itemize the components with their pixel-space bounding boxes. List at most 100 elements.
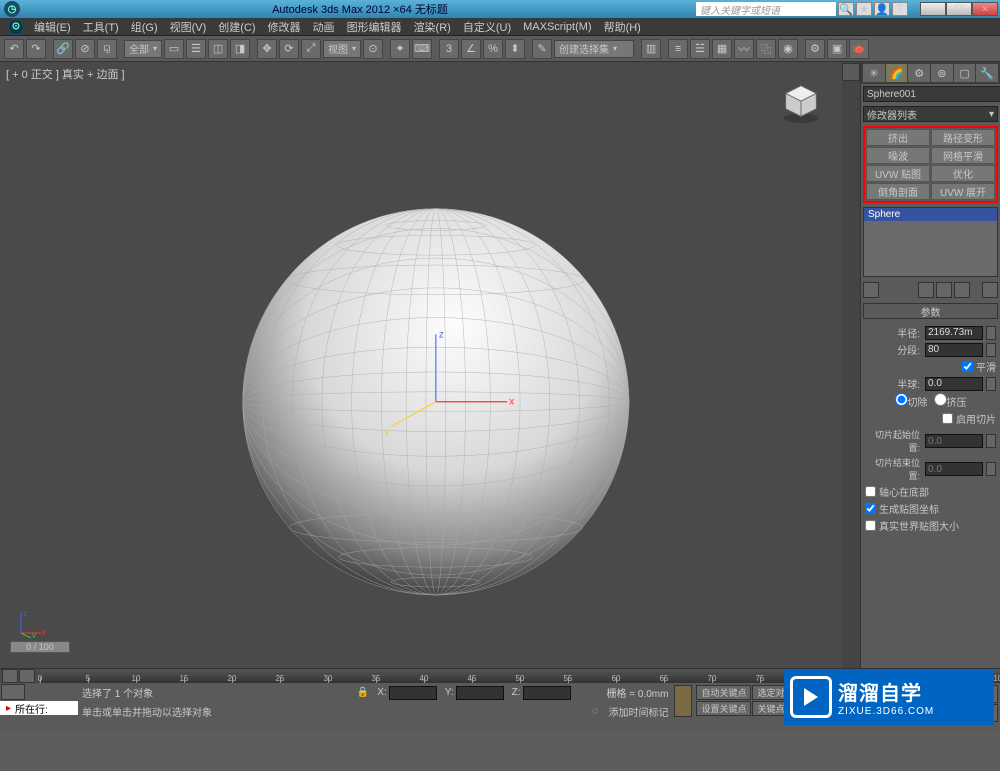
remove-mod-button[interactable] bbox=[954, 282, 970, 298]
x-coord-input[interactable] bbox=[389, 686, 437, 700]
undo-button[interactable]: ↶ bbox=[4, 39, 24, 59]
lock-icon[interactable]: 🔒 bbox=[357, 687, 369, 698]
rendered-frame-button[interactable]: ▣ bbox=[827, 39, 847, 59]
radius-spinner[interactable]: 2169.73m bbox=[925, 326, 983, 340]
render-button[interactable]: 🫖 bbox=[849, 39, 869, 59]
prompt-loc-button[interactable]: 所在行: bbox=[0, 701, 78, 715]
app-menu-icon[interactable]: ⊙ bbox=[8, 19, 24, 35]
layers-button[interactable]: ☱ bbox=[690, 39, 710, 59]
trackbar-btn2[interactable] bbox=[19, 669, 35, 683]
gen-uv-checkbox[interactable] bbox=[865, 503, 876, 514]
menu-view[interactable]: 视图(V) bbox=[164, 19, 213, 35]
named-sel-dropdown[interactable]: 创建选择集 bbox=[554, 40, 634, 58]
mod-btn-noise[interactable]: 噪波 bbox=[866, 147, 930, 164]
pivot-button[interactable]: ⊙ bbox=[363, 39, 383, 59]
angle-snap-button[interactable]: ∠ bbox=[461, 39, 481, 59]
schematic-button[interactable]: ⿻ bbox=[756, 39, 776, 59]
chop-radio[interactable] bbox=[895, 393, 908, 406]
squash-radio[interactable] bbox=[934, 393, 947, 406]
smooth-checkbox[interactable] bbox=[962, 361, 973, 372]
menu-render[interactable]: 渲染(R) bbox=[408, 19, 457, 35]
maxscript-mini-button[interactable] bbox=[1, 684, 25, 700]
move-button[interactable]: ✥ bbox=[257, 39, 277, 59]
scale-button[interactable]: ⤢ bbox=[301, 39, 321, 59]
radius-spin-buttons[interactable] bbox=[986, 326, 996, 340]
mod-btn-meshsmooth[interactable]: 网格平滑 bbox=[931, 147, 995, 164]
modifier-list-dropdown[interactable]: 修改器列表 bbox=[863, 106, 998, 122]
rotate-button[interactable]: ⟳ bbox=[279, 39, 299, 59]
viewcube[interactable] bbox=[778, 80, 824, 126]
exchange-icon[interactable]: ? bbox=[892, 2, 908, 16]
menu-help[interactable]: 帮助(H) bbox=[598, 19, 647, 35]
pin-stack-button[interactable] bbox=[863, 282, 879, 298]
percent-snap-button[interactable]: % bbox=[483, 39, 503, 59]
base-pivot-checkbox[interactable] bbox=[865, 486, 876, 497]
time-slider[interactable]: 0 / 100 bbox=[10, 641, 70, 653]
maximize-button[interactable]: ☐ bbox=[946, 2, 972, 16]
show-end-result-button[interactable] bbox=[918, 282, 934, 298]
unlink-button[interactable]: ⊘ bbox=[75, 39, 95, 59]
mod-btn-uvwmap[interactable]: UVW 贴图 bbox=[866, 165, 930, 182]
signin-icon[interactable]: 👤 bbox=[874, 2, 890, 16]
mod-btn-pathdeform[interactable]: 路径变形 bbox=[931, 129, 995, 146]
hemisphere-spin-buttons[interactable] bbox=[986, 377, 996, 391]
hemisphere-spinner[interactable]: 0.0 bbox=[925, 377, 983, 391]
manipulate-button[interactable]: ✦ bbox=[390, 39, 410, 59]
align-button[interactable]: ≡ bbox=[668, 39, 688, 59]
ref-coord-dropdown[interactable]: 视图 bbox=[323, 40, 361, 58]
select-button[interactable]: ▭ bbox=[164, 39, 184, 59]
dock-btn-1[interactable] bbox=[842, 63, 860, 81]
help-search-input[interactable]: 键入关键字或短语 bbox=[696, 2, 836, 16]
make-unique-button[interactable] bbox=[936, 282, 952, 298]
segments-spin-buttons[interactable] bbox=[986, 343, 996, 357]
viewport[interactable]: [ + 0 正交 ] 真实 + 边面 ] bbox=[0, 62, 842, 668]
viewport-label[interactable]: [ + 0 正交 ] 真实 + 边面 ] bbox=[6, 66, 125, 82]
menu-edit[interactable]: 编辑(E) bbox=[28, 19, 77, 35]
select-name-button[interactable]: ☰ bbox=[186, 39, 206, 59]
menu-group[interactable]: 组(G) bbox=[125, 19, 164, 35]
menu-modifiers[interactable]: 修改器 bbox=[262, 19, 307, 35]
redo-button[interactable]: ↷ bbox=[26, 39, 46, 59]
menu-customize[interactable]: 自定义(U) bbox=[457, 19, 517, 35]
mod-btn-bevelprofile[interactable]: 倒角剖面 bbox=[866, 183, 930, 200]
menu-graph-editors[interactable]: 图形编辑器 bbox=[341, 19, 408, 35]
spinner-snap-button[interactable]: ⬍ bbox=[505, 39, 525, 59]
real-world-checkbox[interactable] bbox=[865, 520, 876, 531]
y-coord-input[interactable] bbox=[456, 686, 504, 700]
display-tab[interactable]: ▢ bbox=[954, 64, 976, 82]
window-crossing-button[interactable]: ◨ bbox=[230, 39, 250, 59]
auto-key-button[interactable]: 自动关键点 bbox=[696, 685, 751, 700]
edit-named-sel-button[interactable]: ✎ bbox=[532, 39, 552, 59]
utilities-tab[interactable]: 🔧 bbox=[976, 64, 998, 82]
mod-btn-optimize[interactable]: 优化 bbox=[931, 165, 995, 182]
set-key-big-button[interactable] bbox=[674, 685, 692, 717]
menu-create[interactable]: 创建(C) bbox=[212, 19, 261, 35]
set-key-button[interactable]: 设置关键点 bbox=[696, 701, 751, 716]
material-editor-button[interactable]: ◉ bbox=[778, 39, 798, 59]
configure-sets-button[interactable] bbox=[982, 282, 998, 298]
minimize-button[interactable]: _ bbox=[920, 2, 946, 16]
favorites-icon[interactable]: ★ bbox=[856, 2, 872, 16]
curve-editor-button[interactable]: 〰 bbox=[734, 39, 754, 59]
object-name-input[interactable] bbox=[863, 86, 1000, 102]
menu-tools[interactable]: 工具(T) bbox=[77, 19, 125, 35]
motion-tab[interactable]: ⊚ bbox=[931, 64, 953, 82]
select-region-button[interactable]: ◫ bbox=[208, 39, 228, 59]
graphite-button[interactable]: ▦ bbox=[712, 39, 732, 59]
create-tab[interactable]: ✳ bbox=[863, 64, 885, 82]
modifier-stack[interactable]: Sphere bbox=[863, 207, 998, 277]
bind-button[interactable]: ⚼ bbox=[97, 39, 117, 59]
menu-maxscript[interactable]: MAXScript(M) bbox=[517, 21, 597, 33]
menu-animation[interactable]: 动画 bbox=[307, 19, 341, 35]
mod-btn-unwrapuvw[interactable]: UVW 展开 bbox=[931, 183, 995, 200]
close-button[interactable]: × bbox=[972, 2, 998, 16]
params-rollout-header[interactable]: 参数 bbox=[863, 303, 998, 319]
search-go-icon[interactable]: 🔍 bbox=[838, 2, 854, 16]
app-icon[interactable]: ◷ bbox=[4, 1, 20, 17]
stack-item-sphere[interactable]: Sphere bbox=[864, 208, 997, 221]
modify-tab[interactable]: 🌈 bbox=[886, 64, 908, 82]
slice-on-checkbox[interactable] bbox=[942, 413, 953, 424]
render-setup-button[interactable]: ⚙ bbox=[805, 39, 825, 59]
snap-toggle-button[interactable]: 3 bbox=[439, 39, 459, 59]
selection-filter-dropdown[interactable]: 全部 bbox=[124, 40, 162, 58]
